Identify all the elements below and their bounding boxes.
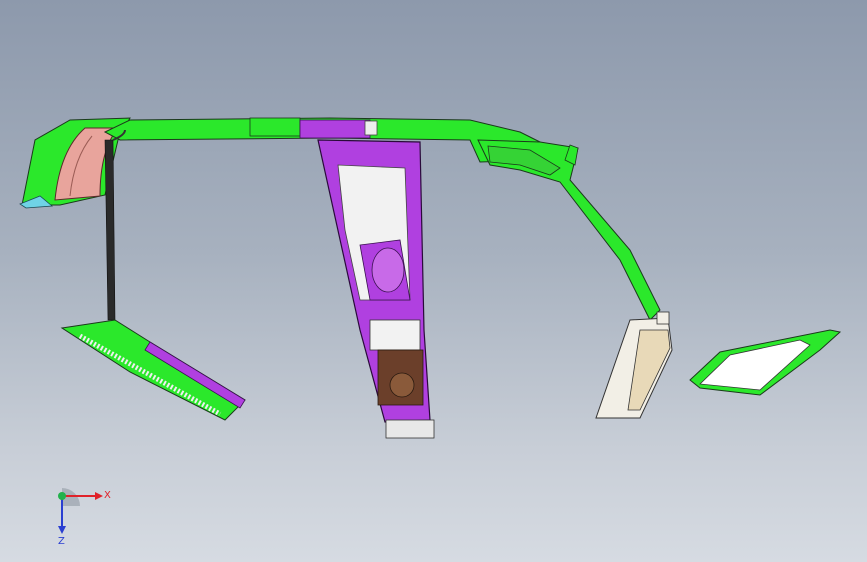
y-axis-dot-icon xyxy=(58,492,66,500)
x-axis-arrow-icon xyxy=(95,492,103,500)
car-interior-trim-model[interactable] xyxy=(0,0,867,562)
cad-viewport[interactable]: X Z xyxy=(0,0,867,562)
orientation-triad: X Z xyxy=(58,488,111,547)
a-pillar-lower-trim[interactable] xyxy=(60,319,246,421)
z-axis-arrow-icon xyxy=(58,526,66,534)
x-axis-label: X xyxy=(104,490,111,501)
door-sill-trim[interactable] xyxy=(595,311,673,419)
b-pillar-trim[interactable] xyxy=(317,139,435,439)
loose-panel[interactable] xyxy=(689,329,842,396)
c-pillar-trim[interactable] xyxy=(477,139,661,321)
z-axis-label: Z xyxy=(58,536,65,547)
